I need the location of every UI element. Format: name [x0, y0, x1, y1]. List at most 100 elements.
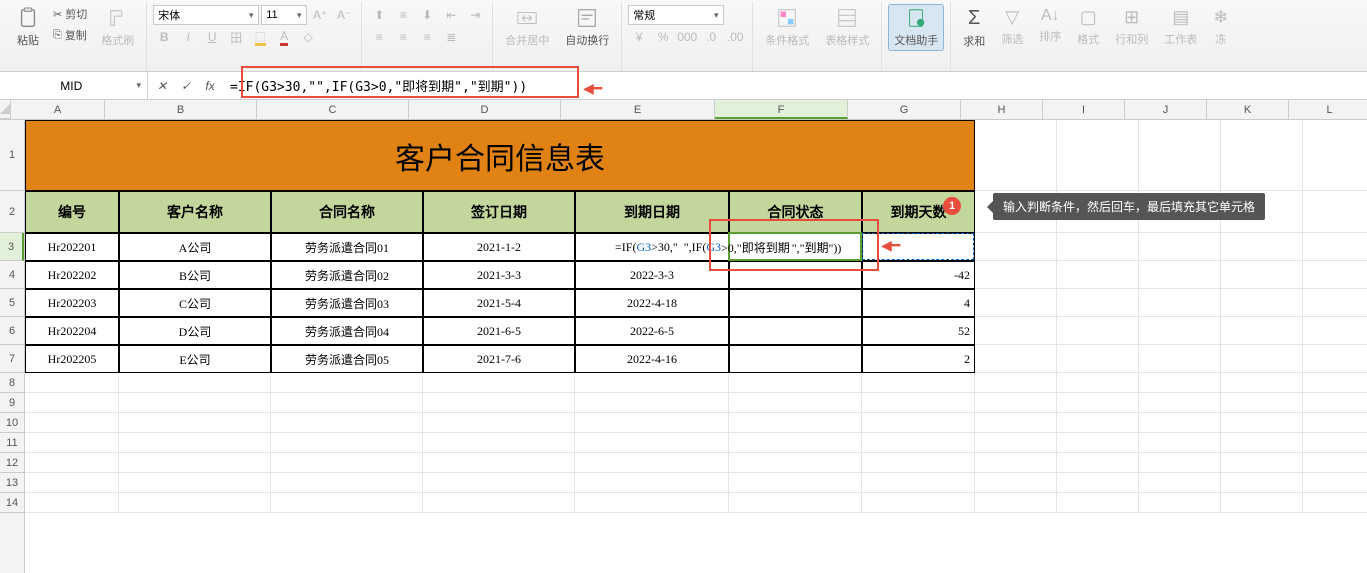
- cell-id-3[interactable]: Hr202204: [25, 317, 119, 345]
- cell-days-1[interactable]: -42: [862, 261, 975, 289]
- cell-due-2[interactable]: 2022-4-18: [575, 289, 729, 317]
- table-header-4[interactable]: 到期日期: [575, 191, 729, 233]
- cell-K5[interactable]: [1221, 289, 1303, 317]
- row-header-6[interactable]: 6: [0, 317, 24, 345]
- column-header-I[interactable]: I: [1043, 100, 1125, 119]
- conditional-format-button[interactable]: 条件格式: [759, 4, 815, 51]
- cell-H10[interactable]: [975, 413, 1057, 433]
- cell-G12[interactable]: [862, 453, 975, 473]
- cell-contract-1[interactable]: 劳务派遣合同02: [271, 261, 423, 289]
- font-name-combo[interactable]: ▾: [153, 5, 259, 25]
- cell-A13[interactable]: [25, 473, 119, 493]
- row-header-4[interactable]: 4: [0, 261, 24, 289]
- cell-F11[interactable]: [729, 433, 862, 453]
- cut-button[interactable]: ✂剪切: [49, 4, 91, 24]
- eraser-icon[interactable]: ◇: [297, 26, 319, 48]
- row-header-5[interactable]: 5: [0, 289, 24, 317]
- cell-I8[interactable]: [1057, 373, 1139, 393]
- row-header-7[interactable]: 7: [0, 345, 24, 373]
- cell-L2[interactable]: [1303, 191, 1367, 233]
- row-header-9[interactable]: 9: [0, 393, 24, 413]
- formula-input[interactable]: [224, 72, 1367, 99]
- cell-L3[interactable]: [1303, 233, 1367, 261]
- cell-sign-3[interactable]: 2021-6-5: [423, 317, 575, 345]
- row-header-3[interactable]: 3: [0, 233, 24, 261]
- cell-K7[interactable]: [1221, 345, 1303, 373]
- align-left-icon[interactable]: ≡: [368, 26, 390, 48]
- align-top-icon[interactable]: ⬆: [368, 4, 390, 26]
- row-header-13[interactable]: 13: [0, 473, 24, 493]
- chevron-down-icon[interactable]: ▾: [244, 10, 258, 21]
- freeze-button[interactable]: ❄冻: [1207, 4, 1234, 50]
- cell-L1[interactable]: [1303, 120, 1367, 191]
- table-header-0[interactable]: 编号: [25, 191, 119, 233]
- cell-J11[interactable]: [1139, 433, 1221, 453]
- cell-B11[interactable]: [119, 433, 271, 453]
- cell-sign-1[interactable]: 2021-3-3: [423, 261, 575, 289]
- cell-status-3[interactable]: [729, 317, 862, 345]
- doc-helper-button[interactable]: 文档助手: [888, 4, 944, 51]
- rowcol-button[interactable]: ⊞行和列: [1109, 4, 1154, 50]
- fx-icon[interactable]: fx: [200, 76, 220, 96]
- cell-J6[interactable]: [1139, 317, 1221, 345]
- cell-B10[interactable]: [119, 413, 271, 433]
- cell-I13[interactable]: [1057, 473, 1139, 493]
- column-header-G[interactable]: G: [848, 100, 961, 119]
- cell-H14[interactable]: [975, 493, 1057, 513]
- cell-client-1[interactable]: B公司: [119, 261, 271, 289]
- decrease-indent-icon[interactable]: ⇤: [440, 4, 462, 26]
- cell-D11[interactable]: [423, 433, 575, 453]
- cell-due-3[interactable]: 2022-6-5: [575, 317, 729, 345]
- cell-K13[interactable]: [1221, 473, 1303, 493]
- cell-J5[interactable]: [1139, 289, 1221, 317]
- align-bottom-icon[interactable]: ⬇: [416, 4, 438, 26]
- row-header-11[interactable]: 11: [0, 433, 24, 453]
- cells-area[interactable]: 客户合同信息表编号客户名称合同名称签订日期到期日期合同状态到期天数Hr20220…: [25, 120, 1367, 573]
- name-box[interactable]: ▾: [0, 72, 148, 99]
- cell-J9[interactable]: [1139, 393, 1221, 413]
- format-painter-button[interactable]: 格式刷: [95, 4, 140, 51]
- cell-status-1[interactable]: [729, 261, 862, 289]
- row-header-8[interactable]: 8: [0, 373, 24, 393]
- font-size-combo[interactable]: ▾: [261, 5, 307, 25]
- bold-icon[interactable]: B: [153, 26, 175, 48]
- cell-I7[interactable]: [1057, 345, 1139, 373]
- cell-B8[interactable]: [119, 373, 271, 393]
- cell-E13[interactable]: [575, 473, 729, 493]
- comma-icon[interactable]: 000: [676, 26, 698, 48]
- chevron-down-icon[interactable]: ▾: [709, 10, 723, 21]
- cell-E9[interactable]: [575, 393, 729, 413]
- chevron-down-icon[interactable]: ▾: [136, 80, 141, 91]
- worksheet-button[interactable]: ▤工作表: [1158, 4, 1203, 50]
- cell-C8[interactable]: [271, 373, 423, 393]
- column-header-A[interactable]: A: [11, 100, 105, 119]
- cell-G11[interactable]: [862, 433, 975, 453]
- cell-contract-3[interactable]: 劳务派遣合同04: [271, 317, 423, 345]
- increase-indent-icon[interactable]: ⇥: [464, 4, 486, 26]
- cell-D13[interactable]: [423, 473, 575, 493]
- cell-J1[interactable]: [1139, 120, 1221, 191]
- cell-H4[interactable]: [975, 261, 1057, 289]
- cell-K12[interactable]: [1221, 453, 1303, 473]
- sheet-title[interactable]: 客户合同信息表: [25, 120, 975, 191]
- cell-B14[interactable]: [119, 493, 271, 513]
- table-header-2[interactable]: 合同名称: [271, 191, 423, 233]
- cell-C14[interactable]: [271, 493, 423, 513]
- cell-D8[interactable]: [423, 373, 575, 393]
- cell-days-3[interactable]: 52: [862, 317, 975, 345]
- cell-B9[interactable]: [119, 393, 271, 413]
- cell-C10[interactable]: [271, 413, 423, 433]
- cancel-formula-icon[interactable]: ✕: [152, 76, 172, 96]
- cell-D9[interactable]: [423, 393, 575, 413]
- cell-D14[interactable]: [423, 493, 575, 513]
- sort-button[interactable]: A↓排序: [1033, 4, 1067, 47]
- cell-client-4[interactable]: E公司: [119, 345, 271, 373]
- align-center-icon[interactable]: ≡: [392, 26, 414, 48]
- cell-J4[interactable]: [1139, 261, 1221, 289]
- table-header-1[interactable]: 客户名称: [119, 191, 271, 233]
- cell-E11[interactable]: [575, 433, 729, 453]
- cell-K1[interactable]: [1221, 120, 1303, 191]
- paste-button[interactable]: 粘贴: [11, 4, 45, 51]
- column-header-B[interactable]: B: [105, 100, 257, 119]
- cell-client-2[interactable]: C公司: [119, 289, 271, 317]
